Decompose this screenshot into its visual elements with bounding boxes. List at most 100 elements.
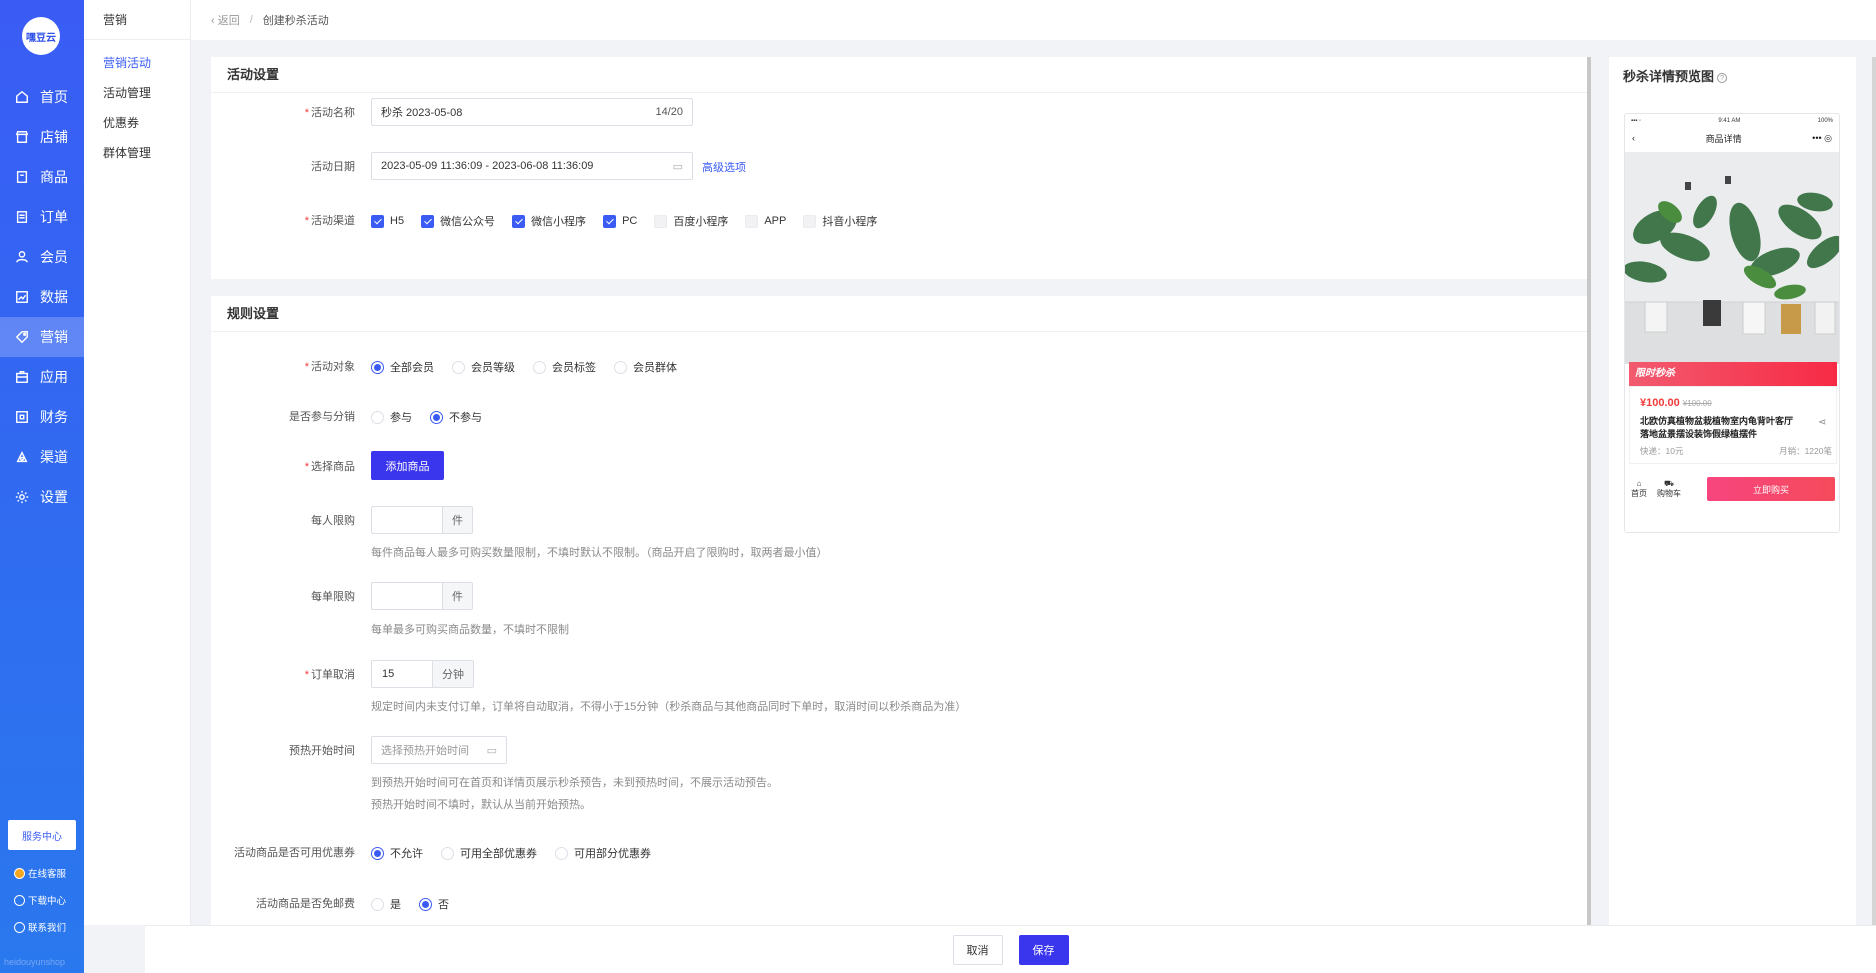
channel-checkbox-pc[interactable]: PC (603, 213, 637, 229)
sub-item-marketing-activity[interactable]: 营销活动 (84, 48, 190, 78)
contact-us-label: 联系我们 (28, 923, 67, 934)
sub-item-coupons[interactable]: 优惠券 (84, 108, 190, 138)
store-icon (14, 129, 30, 145)
coupon-label: 活动商品是否可用优惠券 (234, 847, 355, 859)
target-label: * 活动对象 (304, 361, 355, 373)
radio-all-members[interactable]: 全部会员 (371, 359, 434, 375)
per-person-limit-field[interactable] (371, 506, 443, 534)
download-center-link[interactable]: 下载中心 (14, 893, 66, 907)
nav-item-home[interactable]: 首页 (0, 77, 84, 117)
buy-now-button: 立即购买 (1707, 477, 1835, 501)
page-scrollbar[interactable] (1872, 57, 1876, 972)
nav-item-finance[interactable]: 财务 (0, 397, 84, 437)
monthly-sales: 月销：1220笔 (1779, 446, 1832, 456)
nav-item-apps[interactable]: 应用 (0, 357, 84, 397)
chevron-left-icon: ‹ (211, 15, 218, 27)
per-order-limit-field[interactable] (371, 582, 443, 610)
contact-us-link[interactable]: 联系我们 (14, 920, 66, 934)
finance-icon (14, 409, 30, 425)
nav-item-store[interactable]: 店铺 (0, 117, 84, 157)
save-button[interactable]: 保存 (1018, 934, 1069, 965)
distribution-radio-group: 参与 不参与 (371, 409, 500, 425)
main-nav: 首页 店铺 商品 订单 会员 数据 营销 应用 财务 渠道 设置 (0, 77, 84, 517)
preheat-time-picker[interactable]: 选择预热开始时间 ▭ (371, 736, 507, 764)
checkbox-checked (512, 214, 526, 228)
help-icon[interactable]: ? (1717, 72, 1728, 83)
nav-item-data[interactable]: 数据 (0, 277, 84, 317)
per-person-limit-input[interactable]: 件 (371, 506, 473, 534)
shipping-fee: 快递：10元 (1640, 446, 1684, 456)
gear-icon (14, 489, 30, 505)
activity-channel-label: * 活动渠道 (304, 215, 355, 227)
radio-checked (371, 846, 384, 860)
radio-member-group[interactable]: 会员群体 (614, 359, 677, 375)
free-shipping-radio-group: 是 否 (371, 896, 467, 912)
nav-item-orders[interactable]: 订单 (0, 197, 84, 237)
select-goods-label: * 选择商品 (304, 461, 355, 473)
back-arrow-icon: ‹ (1632, 133, 1635, 143)
channel-checkbox-h5[interactable]: H5 (371, 213, 404, 229)
signal-icon: ▪▪▪ ◦ (1631, 118, 1642, 124)
advanced-options-link[interactable]: 高级选项 (702, 159, 746, 175)
preheat-time-help-2: 预热开始时间不填时，默认从当前开始预热。 (371, 799, 591, 811)
product-info-card: ¥100.00 ¥100.00 北欧仿真植物盆栽植物室内龟背叶客厅落地盆景摆设装饰… (1629, 386, 1837, 464)
target-radio-group: 全部会员 会员等级 会员标签 会员群体 (371, 359, 695, 375)
activity-date-picker[interactable]: 2023-05-09 11:36:09 - 2023-06-08 11:36:0… (371, 152, 693, 180)
channel-checkbox-wechat-official[interactable]: 微信公众号 (421, 213, 495, 229)
radio-participate[interactable]: 参与 (371, 409, 412, 425)
channel-checkbox-app[interactable]: APP (745, 213, 786, 229)
app-icon (14, 369, 30, 385)
radio-free-shipping-yes[interactable]: 是 (371, 896, 401, 912)
per-order-limit-help: 每单最多可购买商品数量，不填时不限制 (371, 624, 569, 636)
sub-item-activity-management[interactable]: 活动管理 (84, 78, 190, 108)
radio-coupon-all[interactable]: 可用全部优惠券 (441, 845, 537, 861)
breadcrumb-separator: / (249, 14, 253, 26)
preview-title: 秒杀详情预览图? (1609, 57, 1856, 97)
member-icon (14, 249, 30, 265)
channel-checkbox-baidu[interactable]: 百度小程序 (654, 213, 728, 229)
order-cancel-input[interactable]: 15 分钟 (371, 660, 474, 688)
radio-coupon-partial[interactable]: 可用部分优惠券 (555, 845, 651, 861)
nav-item-marketing[interactable]: 营销 (0, 317, 84, 357)
phone-header: ‹ 商品详情 ••• ◎ (1625, 128, 1839, 148)
channel-checkbox-douyin[interactable]: 抖音小程序 (803, 213, 877, 229)
per-order-limit-input[interactable]: 件 (371, 582, 473, 610)
radio-free-shipping-no[interactable]: 否 (419, 896, 449, 912)
radio-unchecked (555, 846, 568, 860)
channel-checkbox-wechat-miniprogram[interactable]: 微信小程序 (512, 213, 586, 229)
cancel-button[interactable]: 取消 (952, 934, 1003, 965)
online-service-link[interactable]: 在线客服 (14, 866, 66, 880)
nav-label: 数据 (40, 289, 68, 305)
activity-name-input[interactable]: 秒杀 2023-05-08 14/20 (371, 98, 693, 126)
flash-sale-banner: 限时秒杀 (1629, 362, 1837, 386)
brand-logo[interactable]: 嘿豆云 (22, 17, 60, 55)
nav-item-members[interactable]: 会员 (0, 237, 84, 277)
cart-icon: ⛟ (1663, 479, 1675, 488)
radio-member-level[interactable]: 会员等级 (452, 359, 515, 375)
nav-item-channels[interactable]: 渠道 (0, 437, 84, 477)
nav-item-goods[interactable]: 商品 (0, 157, 84, 197)
service-center-button[interactable]: 服务中心 (8, 820, 76, 850)
order-cancel-field[interactable]: 15 (371, 660, 433, 688)
distribution-label: 是否参与分销 (289, 411, 355, 423)
product-name: 北欧仿真植物盆栽植物室内龟背叶客厅落地盆景摆设装饰假绿植摆件 (1640, 416, 1794, 439)
channel-icon (14, 449, 30, 465)
rules-settings-card: 规则设置 * 活动对象 全部会员 会员等级 会员标签 会员群体 是否参与分销 参与… (211, 296, 1589, 925)
add-goods-button[interactable]: 添加商品 (371, 451, 444, 480)
radio-not-participate[interactable]: 不参与 (430, 409, 482, 425)
activity-date-value: 2023-05-09 11:36:09 - 2023-06-08 11:36:0… (381, 160, 594, 172)
radio-coupon-not-allowed[interactable]: 不允许 (371, 845, 423, 861)
back-link[interactable]: ‹ 返回 (211, 12, 240, 28)
nav-label: 财务 (40, 409, 68, 425)
radio-checked (430, 410, 443, 424)
form-scrollbar[interactable] (1587, 57, 1591, 925)
chart-icon (14, 289, 30, 305)
radio-unchecked (614, 360, 627, 374)
radio-member-tag[interactable]: 会员标签 (533, 359, 596, 375)
free-shipping-label: 活动商品是否免邮费 (256, 898, 355, 910)
nav-item-settings[interactable]: 设置 (0, 477, 84, 517)
sub-item-group-management[interactable]: 群体管理 (84, 138, 190, 168)
battery-level: 100% (1817, 118, 1833, 124)
home-icon (14, 89, 30, 105)
checkbox-disabled (654, 214, 668, 228)
